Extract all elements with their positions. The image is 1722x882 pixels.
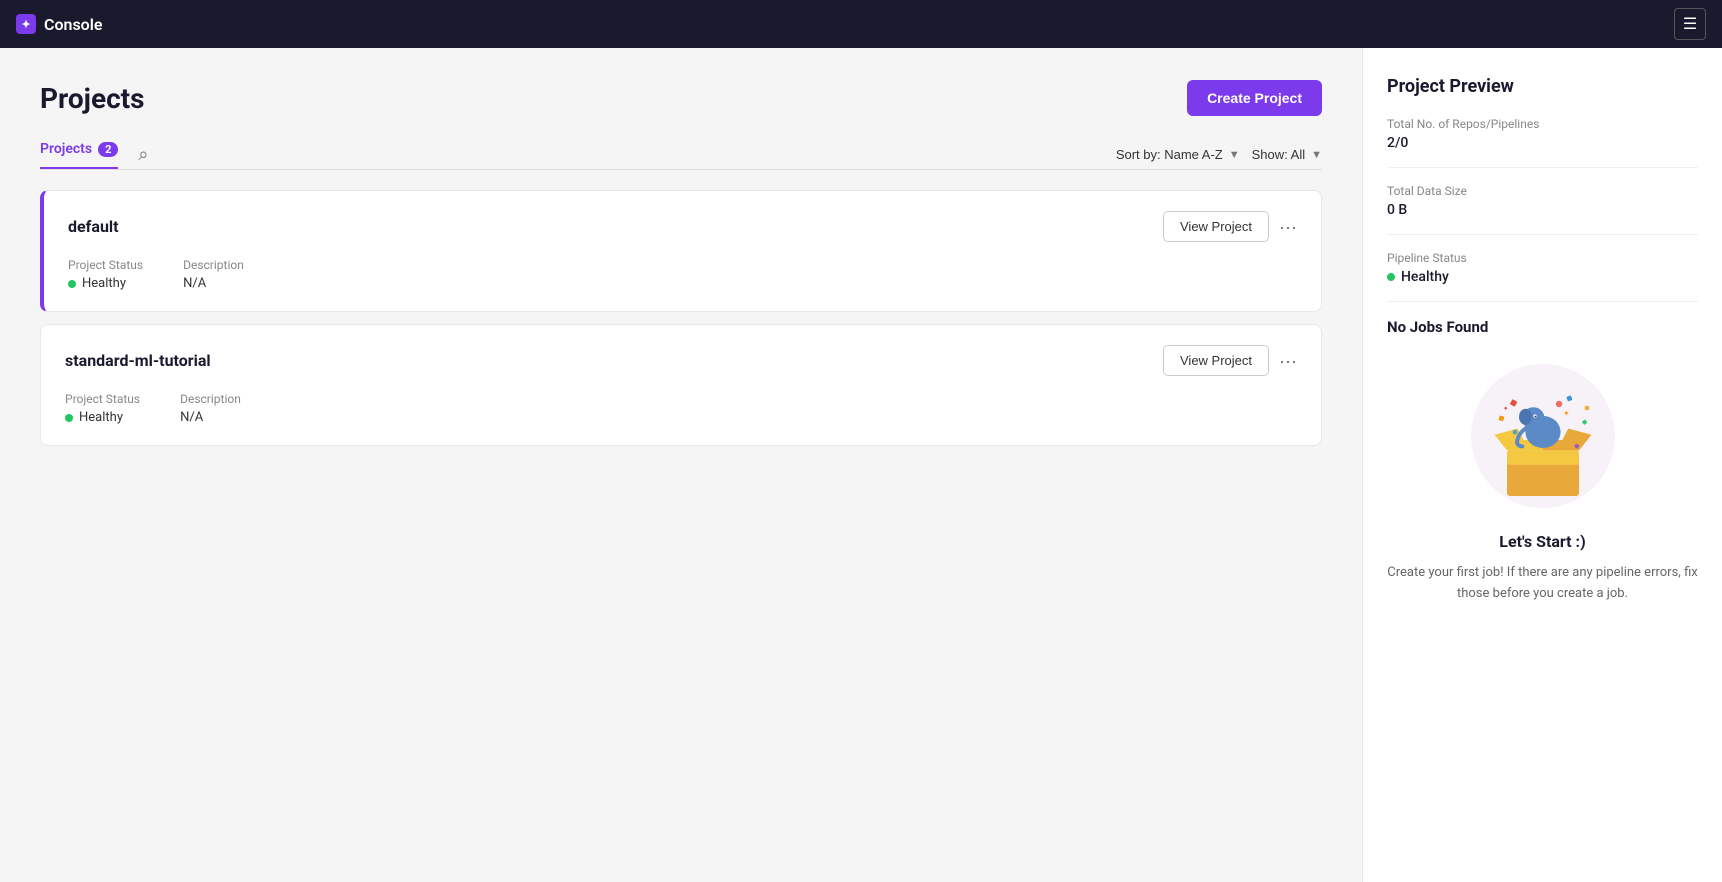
- panel-title: Project Preview: [1387, 76, 1698, 97]
- status-dot-healthy: [68, 280, 76, 288]
- status-label: Project Status: [68, 258, 143, 272]
- page-header: Projects Create Project: [40, 80, 1322, 116]
- status-dot-healthy-2: [65, 414, 73, 422]
- project-card-inner-2: standard-ml-tutorial View Project ···: [41, 325, 1321, 445]
- description-label: Description: [183, 258, 244, 272]
- menu-icon: ☰: [1683, 14, 1697, 34]
- status-value: Healthy: [68, 276, 143, 291]
- status-text-2: Healthy: [79, 410, 123, 425]
- more-options-button-default[interactable]: ···: [1279, 218, 1297, 236]
- status-value-2: Healthy: [65, 410, 140, 425]
- total-data-size-label: Total Data Size: [1387, 184, 1698, 198]
- create-project-button[interactable]: Create Project: [1187, 80, 1322, 116]
- show-filter-label: Show: All: [1252, 147, 1305, 162]
- meta-col-description-2: Description N/A: [180, 392, 241, 425]
- total-data-size-value: 0 B: [1387, 202, 1698, 218]
- status-text: Healthy: [82, 276, 126, 291]
- meta-col-status: Project Status Healthy: [68, 258, 143, 291]
- no-jobs-title: No Jobs Found: [1387, 318, 1698, 336]
- tab-projects[interactable]: Projects 2: [40, 141, 118, 169]
- main-layout: Projects Create Project Projects 2 ⌕ Sor…: [0, 48, 1722, 882]
- brand-icon: ✦: [16, 14, 36, 34]
- filters-row: Sort by: Name A-Z ▼ Show: All ▼: [1116, 147, 1322, 162]
- pipeline-status-text: Healthy: [1401, 269, 1449, 285]
- view-project-button-default[interactable]: View Project: [1163, 211, 1269, 242]
- project-card-standard-ml[interactable]: standard-ml-tutorial View Project ···: [40, 324, 1322, 446]
- view-project-button-standard-ml[interactable]: View Project: [1163, 345, 1269, 376]
- project-name-standard-ml: standard-ml-tutorial: [65, 351, 211, 370]
- tabs-left: Projects 2 ⌕: [40, 140, 152, 169]
- project-card-header: default View Project ···: [68, 211, 1297, 242]
- lets-start-title: Let's Start :): [1499, 532, 1585, 551]
- pipeline-status-label: Pipeline Status: [1387, 251, 1698, 265]
- projects-list: default View Project ··· Project: [40, 190, 1322, 446]
- content-area: Projects Create Project Projects 2 ⌕ Sor…: [0, 48, 1362, 882]
- more-icon: ···: [1279, 217, 1297, 237]
- show-chevron-icon: ▼: [1311, 149, 1322, 161]
- project-card-default[interactable]: default View Project ··· Project: [40, 190, 1322, 312]
- sort-chevron-icon: ▼: [1229, 149, 1240, 161]
- project-meta-default: Project Status Healthy Description N/A: [68, 258, 1297, 291]
- illustration-container: ✦ ✦ Let's Start :) Create your first job…: [1387, 356, 1698, 605]
- tab-projects-badge: 2: [98, 142, 118, 157]
- more-icon-2: ···: [1279, 351, 1297, 371]
- page-title: Projects: [40, 82, 145, 115]
- project-card-actions-2: View Project ···: [1163, 345, 1297, 376]
- status-label-2: Project Status: [65, 392, 140, 406]
- topnav: ✦ Console ☰: [0, 0, 1722, 48]
- project-card-actions: View Project ···: [1163, 211, 1297, 242]
- pipeline-status-value: Healthy: [1387, 269, 1698, 285]
- total-repos-label: Total No. of Repos/Pipelines: [1387, 117, 1698, 131]
- meta-col-status-2: Project Status Healthy: [65, 392, 140, 425]
- search-icon: ⌕: [138, 144, 148, 164]
- lets-start-desc: Create your first job! If there are any …: [1387, 563, 1698, 605]
- sort-filter[interactable]: Sort by: Name A-Z ▼: [1116, 147, 1240, 162]
- tab-projects-label: Projects: [40, 141, 92, 157]
- description-label-2: Description: [180, 392, 241, 406]
- tabs-row: Projects 2 ⌕ Sort by: Name A-Z ▼ Show: A…: [40, 140, 1322, 170]
- sort-filter-label: Sort by: Name A-Z: [1116, 147, 1223, 162]
- total-repos-value: 2/0: [1387, 135, 1698, 151]
- menu-button[interactable]: ☰: [1674, 8, 1706, 40]
- panel-section-data-size: Total Data Size 0 B: [1387, 184, 1698, 235]
- description-value-2: N/A: [180, 410, 241, 425]
- panel-section-repos: Total No. of Repos/Pipelines 2/0: [1387, 117, 1698, 168]
- svg-text:✦: ✦: [1563, 409, 1570, 418]
- project-meta-standard-ml: Project Status Healthy Description N/A: [65, 392, 1297, 425]
- empty-state-illustration: ✦ ✦: [1463, 356, 1623, 516]
- pipeline-status-dot: [1387, 273, 1395, 281]
- brand: ✦ Console: [16, 14, 103, 34]
- description-value: N/A: [183, 276, 244, 291]
- panel-section-pipeline-status: Pipeline Status Healthy: [1387, 251, 1698, 302]
- show-filter[interactable]: Show: All ▼: [1252, 147, 1322, 162]
- app-title: Console: [44, 15, 103, 34]
- svg-text:✦: ✦: [1503, 404, 1508, 412]
- project-card-inner: default View Project ··· Project: [44, 191, 1321, 311]
- project-card-header-2: standard-ml-tutorial View Project ···: [65, 345, 1297, 376]
- more-options-button-standard-ml[interactable]: ···: [1279, 352, 1297, 370]
- search-button[interactable]: ⌕: [134, 140, 152, 169]
- meta-col-description: Description N/A: [183, 258, 244, 291]
- right-panel: Project Preview Total No. of Repos/Pipel…: [1362, 48, 1722, 882]
- project-name-default: default: [68, 217, 119, 236]
